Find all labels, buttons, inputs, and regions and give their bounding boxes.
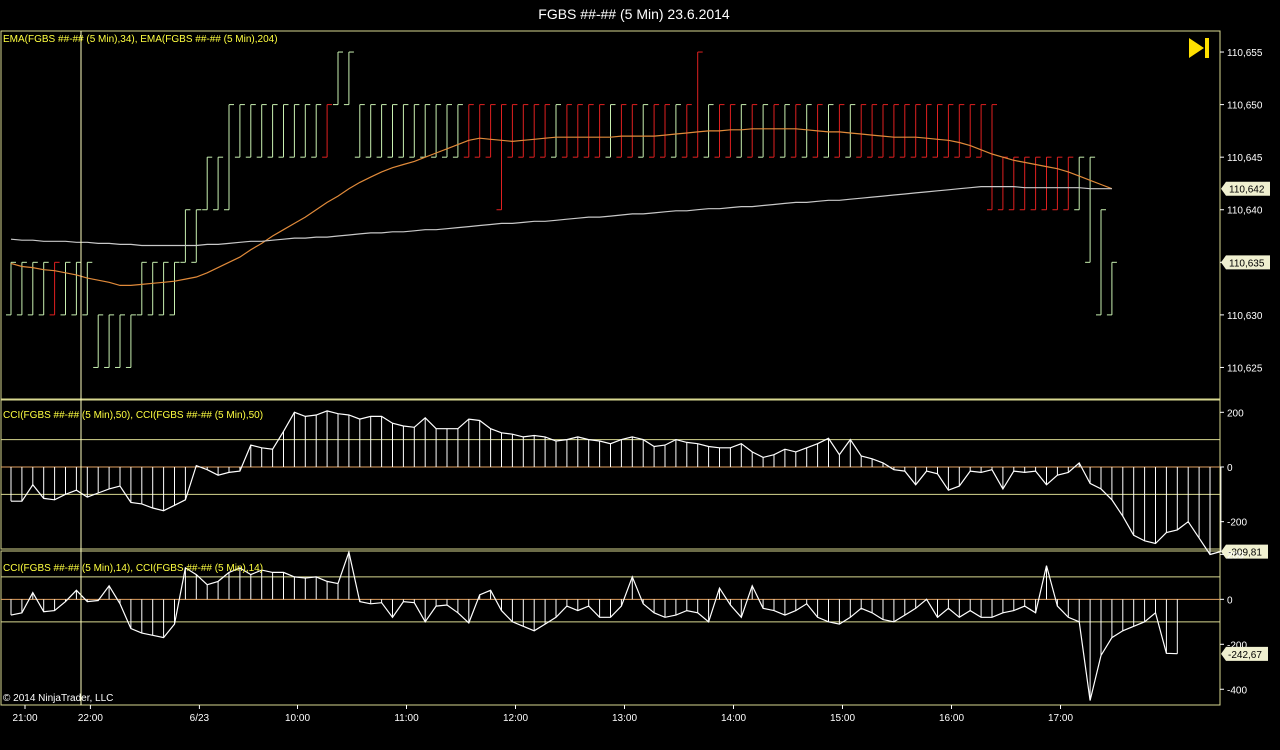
price-legend: EMA(FGBS ##-## (5 Min),34), EMA(FGBS ##-… [3, 34, 278, 45]
x-tick-label: 14:00 [721, 713, 746, 724]
x-tick-label: 22:00 [78, 713, 103, 724]
x-tick-label: 12:00 [503, 713, 528, 724]
y-tick-label: 110,645 [1227, 153, 1263, 164]
x-tick-label: 11:00 [394, 713, 419, 724]
y-tick-label: 110,650 [1227, 101, 1263, 112]
cci50-y-tick-label: -200 [1227, 518, 1247, 529]
x-tick-label: 16:00 [939, 713, 964, 724]
chart-background [0, 0, 1280, 750]
chart-title: FGBS ##-## (5 Min) 23.6.2014 [538, 6, 730, 22]
cci14-legend: CCI(FGBS ##-## (5 Min),14), CCI(FGBS ##-… [3, 563, 263, 574]
last-price-label: 110,635 [1229, 258, 1265, 269]
cci50-y-tick-label: 0 [1227, 463, 1233, 474]
copyright-text: © 2014 NinjaTrader, LLC [3, 693, 113, 704]
cci14-y-tick-label: 0 [1227, 595, 1233, 606]
cci50-y-tick-label: 200 [1227, 408, 1244, 419]
x-tick-label: 13:00 [612, 713, 637, 724]
y-tick-label: 110,630 [1227, 311, 1263, 322]
y-tick-label: 110,625 [1227, 363, 1263, 374]
cci14-y-tick-label: 200 [1227, 550, 1244, 561]
cci14-y-tick-label: -400 [1227, 685, 1247, 696]
x-tick-label: 15:00 [830, 713, 855, 724]
x-tick-label: 21:00 [12, 713, 37, 724]
x-tick-label: 17:00 [1048, 713, 1073, 724]
cci50-legend: CCI(FGBS ##-## (5 Min),50), CCI(FGBS ##-… [3, 410, 263, 421]
y-tick-label: 110,655 [1227, 48, 1263, 59]
x-tick-label: 10:00 [285, 713, 310, 724]
x-tick-label: 6/23 [190, 713, 210, 724]
last-price-label: 110,642 [1229, 185, 1265, 196]
y-tick-label: 110,640 [1227, 206, 1263, 217]
cci14-last-value-label: -242,67 [1228, 650, 1262, 661]
chart-canvas[interactable]: FGBS ##-## (5 Min) 23.6.2014 110,625 110,… [0, 0, 1280, 750]
